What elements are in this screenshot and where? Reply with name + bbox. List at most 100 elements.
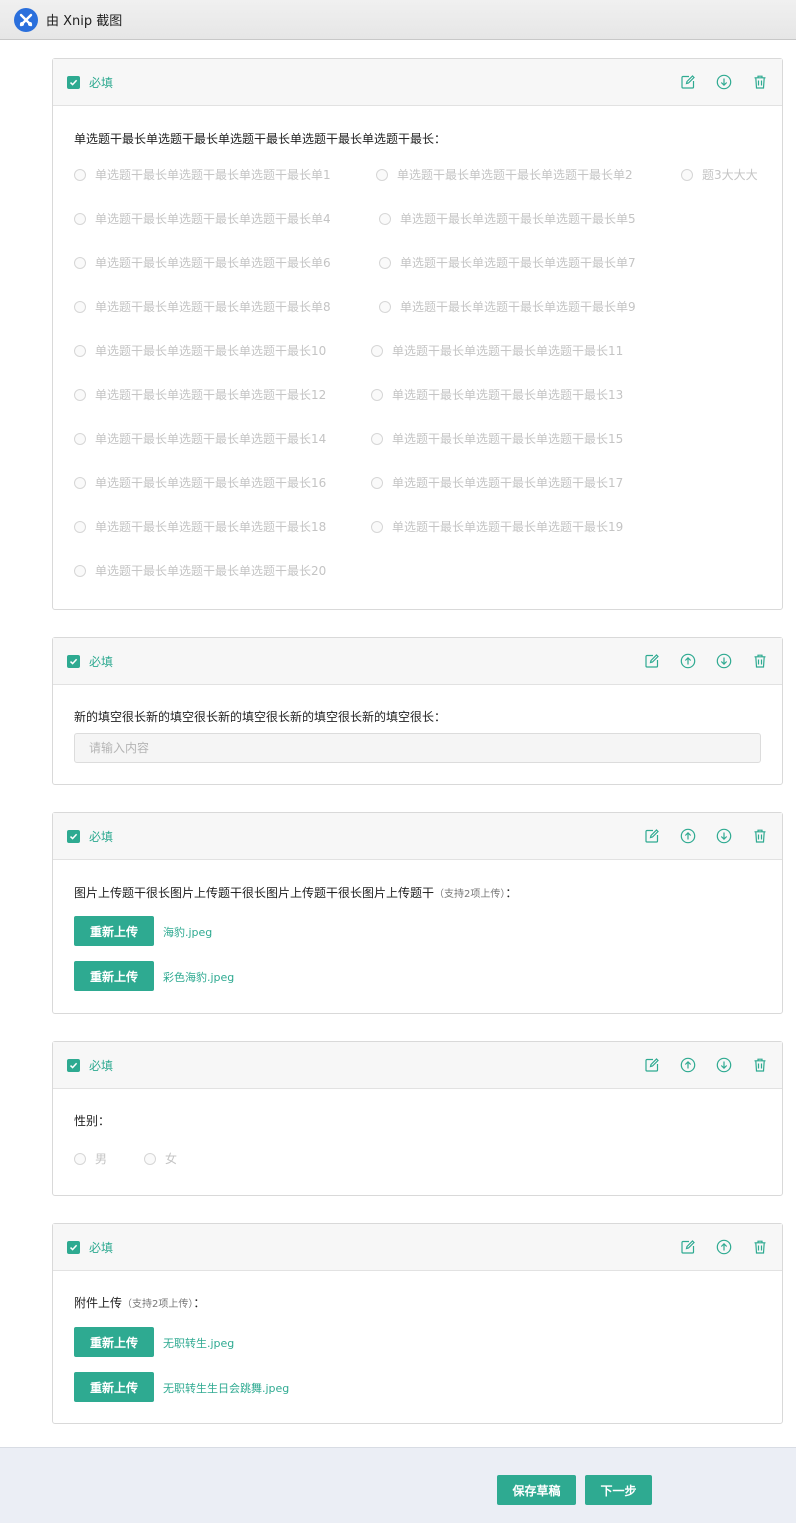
- uploaded-file-link[interactable]: 无职转生生日会跳舞.jpeg: [163, 1380, 289, 1396]
- question-title: 附件上传（支持2项上传）：: [74, 1296, 206, 1310]
- required-checkbox[interactable]: [67, 1240, 80, 1254]
- radio-circle[interactable]: [74, 168, 86, 181]
- move-up-icon[interactable]: [680, 828, 696, 844]
- delete-icon[interactable]: [752, 1057, 768, 1073]
- radio-option-1[interactable]: 单选题干最长单选题干最长单选题干最长单1: [74, 166, 331, 183]
- radio-option-20[interactable]: 单选题干最长单选题干最长单选题干最长20: [74, 562, 326, 579]
- radio-option-14[interactable]: 单选题干最长单选题干最长单选题干最长14: [74, 430, 326, 447]
- delete-icon[interactable]: [752, 828, 768, 844]
- move-down-icon[interactable]: [716, 653, 732, 669]
- radio-option-16[interactable]: 单选题干最长单选题干最长单选题干最长16: [74, 474, 326, 491]
- edit-icon[interactable]: [644, 653, 660, 669]
- question-card-fill-blank: 必填 新的填空很长新的填空很长新的填空很长新的填空很长新的填空很长：: [52, 637, 783, 785]
- radio-option-9[interactable]: 单选题干最长单选题干最长单选题干最长单9: [379, 298, 636, 315]
- radio-circle[interactable]: [681, 168, 693, 181]
- edit-icon[interactable]: [680, 1239, 696, 1255]
- question-title: 新的填空很长新的填空很长新的填空很长新的填空很长新的填空很长：: [74, 710, 447, 724]
- uploaded-file-link[interactable]: 无职转生.jpeg: [163, 1335, 234, 1351]
- reupload-button[interactable]: 重新上传: [74, 916, 154, 946]
- upload-limit-note: （支持2项上传）: [122, 1299, 194, 1310]
- delete-icon[interactable]: [752, 1239, 768, 1255]
- edit-icon[interactable]: [680, 74, 696, 90]
- reupload-button[interactable]: 重新上传: [74, 1372, 154, 1402]
- required-label: 必填: [89, 75, 114, 90]
- delete-icon[interactable]: [752, 74, 768, 90]
- card-header: 必填: [53, 1042, 782, 1089]
- question-card-attachment-upload: 必填 附件上传（支持2项上传）： 重新上传 无职转生.jpeg 重新上传 无职转…: [52, 1223, 783, 1424]
- delete-icon[interactable]: [752, 653, 768, 669]
- radio-option-4[interactable]: 单选题干最长单选题干最长单选题干最长单4: [74, 210, 331, 227]
- radio-option-17[interactable]: 单选题干最长单选题干最长单选题干最长17: [371, 474, 623, 491]
- edit-icon[interactable]: [644, 1057, 660, 1073]
- card-header: 必填: [53, 813, 782, 860]
- radio-circle[interactable]: [144, 1152, 156, 1165]
- reupload-button[interactable]: 重新上传: [74, 961, 154, 991]
- radio-circle[interactable]: [74, 212, 86, 225]
- radio-option-7[interactable]: 单选题干最长单选题干最长单选题干最长单7: [379, 254, 636, 271]
- radio-circle[interactable]: [371, 476, 383, 489]
- xnip-logo-icon: [14, 7, 38, 32]
- radio-circle[interactable]: [74, 300, 86, 313]
- required-label: 必填: [89, 829, 114, 844]
- radio-option-10[interactable]: 单选题干最长单选题干最长单选题干最长10: [74, 342, 326, 359]
- answer-input[interactable]: [74, 733, 761, 763]
- radio-circle[interactable]: [74, 1152, 86, 1165]
- radio-option-19[interactable]: 单选题干最长单选题干最长单选题干最长19: [371, 518, 623, 535]
- edit-icon[interactable]: [644, 828, 660, 844]
- radio-circle[interactable]: [379, 300, 391, 313]
- move-down-icon[interactable]: [716, 1057, 732, 1073]
- move-down-icon[interactable]: [716, 74, 732, 90]
- radio-option-3[interactable]: 题3大大大: [681, 166, 758, 183]
- radio-circle[interactable]: [371, 520, 383, 533]
- required-label: 必填: [89, 1058, 114, 1073]
- radio-circle[interactable]: [74, 256, 86, 269]
- question-title: 单选题干最长单选题干最长单选题干最长单选题干最长单选题干最长：: [74, 132, 447, 146]
- reupload-button[interactable]: 重新上传: [74, 1327, 154, 1357]
- move-up-icon[interactable]: [680, 653, 696, 669]
- radio-circle[interactable]: [371, 344, 383, 357]
- radio-option-male[interactable]: 男: [74, 1150, 107, 1167]
- footer-bar: 保存草稿 下一步: [0, 1447, 796, 1523]
- radio-option-8[interactable]: 单选题干最长单选题干最长单选题干最长单8: [74, 298, 331, 315]
- required-label: 必填: [89, 1240, 114, 1255]
- radio-circle[interactable]: [379, 256, 391, 269]
- radio-option-5[interactable]: 单选题干最长单选题干最长单选题干最长单5: [379, 210, 636, 227]
- required-checkbox[interactable]: [67, 75, 80, 89]
- question-title: 图片上传题干很长图片上传题干很长图片上传题干很长图片上传题干（支持2项上传）：: [74, 886, 518, 900]
- required-checkbox[interactable]: [67, 654, 80, 668]
- radio-circle[interactable]: [74, 388, 86, 401]
- uploaded-file-link[interactable]: 彩色海豹.jpeg: [163, 969, 234, 985]
- radio-option-11[interactable]: 单选题干最长单选题干最长单选题干最长11: [371, 342, 623, 359]
- uploaded-file-link[interactable]: 海豹.jpeg: [163, 924, 212, 940]
- radio-option-2[interactable]: 单选题干最长单选题干最长单选题干最长单2: [376, 166, 633, 183]
- radio-circle[interactable]: [371, 432, 383, 445]
- radio-option-12[interactable]: 单选题干最长单选题干最长单选题干最长12: [74, 386, 326, 403]
- move-up-icon[interactable]: [680, 1057, 696, 1073]
- radio-circle[interactable]: [74, 476, 86, 489]
- window-title: 由 Xnip 截图: [46, 14, 123, 29]
- move-up-icon[interactable]: [716, 1239, 732, 1255]
- move-down-icon[interactable]: [716, 828, 732, 844]
- required-label: 必填: [89, 654, 114, 669]
- radio-option-13[interactable]: 单选题干最长单选题干最长单选题干最长13: [371, 386, 623, 403]
- required-checkbox[interactable]: [67, 1058, 80, 1072]
- card-header: 必填: [53, 638, 782, 685]
- window-titlebar: 由 Xnip 截图: [0, 0, 796, 40]
- required-checkbox[interactable]: [67, 829, 80, 843]
- upload-limit-note: （支持2项上传）: [434, 889, 506, 900]
- radio-circle[interactable]: [379, 212, 391, 225]
- radio-option-15[interactable]: 单选题干最长单选题干最长单选题干最长15: [371, 430, 623, 447]
- card-header: 必填: [53, 59, 782, 106]
- radio-circle[interactable]: [74, 432, 86, 445]
- radio-option-18[interactable]: 单选题干最长单选题干最长单选题干最长18: [74, 518, 326, 535]
- radio-circle[interactable]: [376, 168, 388, 181]
- radio-option-6[interactable]: 单选题干最长单选题干最长单选题干最长单6: [74, 254, 331, 271]
- radio-circle[interactable]: [74, 520, 86, 533]
- question-card-image-upload: 必填 图片上传题干很长图片上传题干很长图片上传题干很长图片上传题干（支持2项上传…: [52, 812, 783, 1014]
- next-step-button[interactable]: 下一步: [585, 1475, 652, 1505]
- save-draft-button[interactable]: 保存草稿: [497, 1475, 576, 1505]
- radio-option-female[interactable]: 女: [144, 1150, 177, 1167]
- radio-circle[interactable]: [74, 344, 86, 357]
- radio-circle[interactable]: [74, 564, 86, 577]
- radio-circle[interactable]: [371, 388, 383, 401]
